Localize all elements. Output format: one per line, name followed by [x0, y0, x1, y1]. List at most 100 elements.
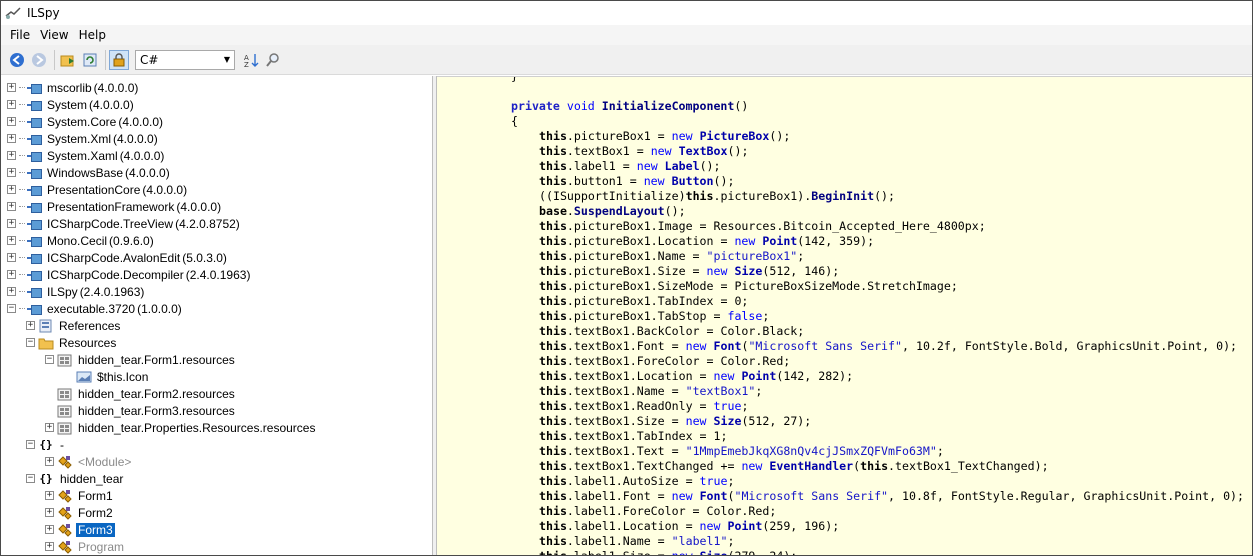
- tree-node[interactable]: + PresentationFramework (4.0.0.0): [7, 198, 221, 215]
- tree-node[interactable]: + Form1: [45, 487, 115, 504]
- expand-icon[interactable]: +: [7, 117, 16, 126]
- tree-node[interactable]: − hidden_tear.Form1.resources: [45, 351, 237, 368]
- tree-node[interactable]: −{} -: [26, 436, 66, 453]
- code-token: this: [539, 474, 567, 488]
- tree-node[interactable]: hidden_tear.Form2.resources: [45, 385, 237, 402]
- code-token: ();: [727, 144, 749, 158]
- assembly-icon: [27, 236, 42, 247]
- tree-node[interactable]: $this.Icon: [64, 368, 150, 385]
- code-line: this.pictureBox1.Location = new Point(14…: [539, 234, 874, 249]
- code-line: this.textBox1.TextChanged += new EventHa…: [539, 459, 1049, 474]
- tree-node[interactable]: + Mono.Cecil (0.9.6.0): [7, 232, 154, 249]
- code-token: Point: [727, 519, 763, 533]
- expand-icon[interactable]: +: [7, 202, 16, 211]
- open-button[interactable]: [58, 50, 78, 70]
- tree-node[interactable]: + <Module>: [45, 453, 133, 470]
- tree-node[interactable]: − Resources: [26, 334, 118, 351]
- tree-node[interactable]: + WindowsBase (4.0.0.0): [7, 164, 170, 181]
- expand-icon[interactable]: +: [7, 151, 16, 160]
- expand-icon[interactable]: +: [7, 100, 16, 109]
- code-token: this: [539, 399, 567, 413]
- forward-button[interactable]: [29, 50, 49, 70]
- open-folder-icon: [60, 55, 74, 66]
- class-icon: [57, 506, 73, 520]
- tree-node[interactable]: hidden_tear.Form3.resources: [45, 402, 237, 419]
- expand-icon[interactable]: +: [45, 508, 54, 517]
- menu-view[interactable]: View: [35, 28, 73, 42]
- search-button[interactable]: [263, 50, 283, 70]
- tree-node[interactable]: + Form3: [45, 521, 115, 538]
- expand-icon[interactable]: +: [45, 542, 54, 551]
- collapse-icon[interactable]: −: [45, 355, 54, 364]
- tree-node[interactable]: + ILSpy (2.4.0.1963): [7, 283, 144, 300]
- tree-node[interactable]: + Form2: [45, 504, 115, 521]
- code-line: this.textBox1.BackColor = Color.Black;: [539, 324, 804, 339]
- tree-node[interactable]: + References: [26, 317, 122, 334]
- expand-icon[interactable]: +: [7, 236, 16, 245]
- back-button[interactable]: [7, 50, 27, 70]
- sort-button[interactable]: AZ: [241, 50, 261, 70]
- tree-node-label: ICSharpCode.Decompiler: [47, 267, 184, 282]
- class-icon: [57, 523, 73, 537]
- tree-node-version: (4.0.0.0): [125, 165, 170, 180]
- collapse-icon[interactable]: −: [7, 304, 16, 313]
- collapse-icon[interactable]: −: [26, 440, 35, 449]
- language-dropdown[interactable]: C# ▼: [135, 49, 235, 70]
- collapse-icon[interactable]: −: [26, 474, 35, 483]
- code-token: this: [539, 384, 567, 398]
- tree-node[interactable]: + mscorlib (4.0.0.0): [7, 79, 138, 96]
- expand-icon[interactable]: +: [45, 491, 54, 500]
- tree-node-label: executable.3720: [47, 301, 136, 316]
- expand-icon[interactable]: +: [7, 185, 16, 194]
- expand-icon[interactable]: +: [45, 525, 54, 534]
- expand-icon[interactable]: +: [7, 219, 16, 228]
- code-token: new: [643, 174, 665, 188]
- assembly-icon: [27, 185, 42, 196]
- code-token: Font: [699, 489, 728, 503]
- tree-node[interactable]: + ICSharpCode.TreeView (4.2.0.8752): [7, 215, 240, 232]
- search-icon: [266, 52, 279, 67]
- expand-icon[interactable]: +: [7, 134, 16, 143]
- tree-node[interactable]: + System.Xaml (4.0.0.0): [7, 147, 164, 164]
- code-view[interactable]: } private void InitializeComponent(){this…: [437, 76, 1252, 555]
- expand-icon[interactable]: +: [45, 457, 54, 466]
- code-line: base.SuspendLayout();: [539, 204, 686, 219]
- assembly-tree[interactable]: + mscorlib (4.0.0.0) + System (4.0.0.0) + Syste…: [1, 76, 433, 555]
- code-token: .pictureBox1.SizeMode = PictureBoxSizeMo…: [566, 279, 958, 293]
- code-token: base: [539, 204, 567, 218]
- expand-icon[interactable]: +: [7, 287, 16, 296]
- tree-node[interactable]: + ICSharpCode.AvalonEdit (5.0.3.0): [7, 249, 227, 266]
- tree-node-label: -: [60, 437, 64, 452]
- code-token: .textBox1.TabIndex = 1;: [566, 429, 728, 443]
- expand-icon[interactable]: +: [7, 168, 16, 177]
- tree-connector: [19, 223, 25, 224]
- tree-node-label: System.Xml: [47, 131, 112, 146]
- show-internal-button[interactable]: [109, 49, 129, 70]
- tree-node[interactable]: + System.Xml (4.0.0.0): [7, 130, 158, 147]
- menu-file[interactable]: File: [5, 28, 35, 42]
- tree-node[interactable]: + ICSharpCode.Decompiler (2.4.0.1963): [7, 266, 250, 283]
- tree-node[interactable]: + PresentationCore (4.0.0.0): [7, 181, 187, 198]
- collapse-icon[interactable]: −: [26, 338, 35, 347]
- resource-icon: [57, 404, 73, 418]
- code-token: .pictureBox1.Size =: [566, 264, 707, 278]
- tree-node[interactable]: −{} hidden_tear: [26, 470, 125, 487]
- expand-icon[interactable]: +: [7, 270, 16, 279]
- expand-icon[interactable]: +: [26, 321, 35, 330]
- code-token: ();: [713, 174, 735, 188]
- reload-button[interactable]: [80, 50, 100, 70]
- tree-node[interactable]: + System (4.0.0.0): [7, 96, 134, 113]
- code-token: new: [671, 129, 693, 143]
- tree-node[interactable]: + hidden_tear.Properties.Resources.resour…: [45, 419, 317, 436]
- code-line: this.textBox1 = new TextBox();: [539, 144, 748, 159]
- code-token: .textBox1.Name =: [566, 384, 686, 398]
- expand-icon[interactable]: +: [7, 83, 16, 92]
- tree-node[interactable]: − executable.3720 (1.0.0.0): [7, 300, 182, 317]
- menu-help[interactable]: Help: [74, 28, 111, 42]
- expand-icon[interactable]: +: [7, 253, 16, 262]
- tree-node[interactable]: + Program: [45, 538, 126, 555]
- tree-node[interactable]: + System.Core (4.0.0.0): [7, 113, 163, 130]
- expand-icon[interactable]: +: [45, 423, 54, 432]
